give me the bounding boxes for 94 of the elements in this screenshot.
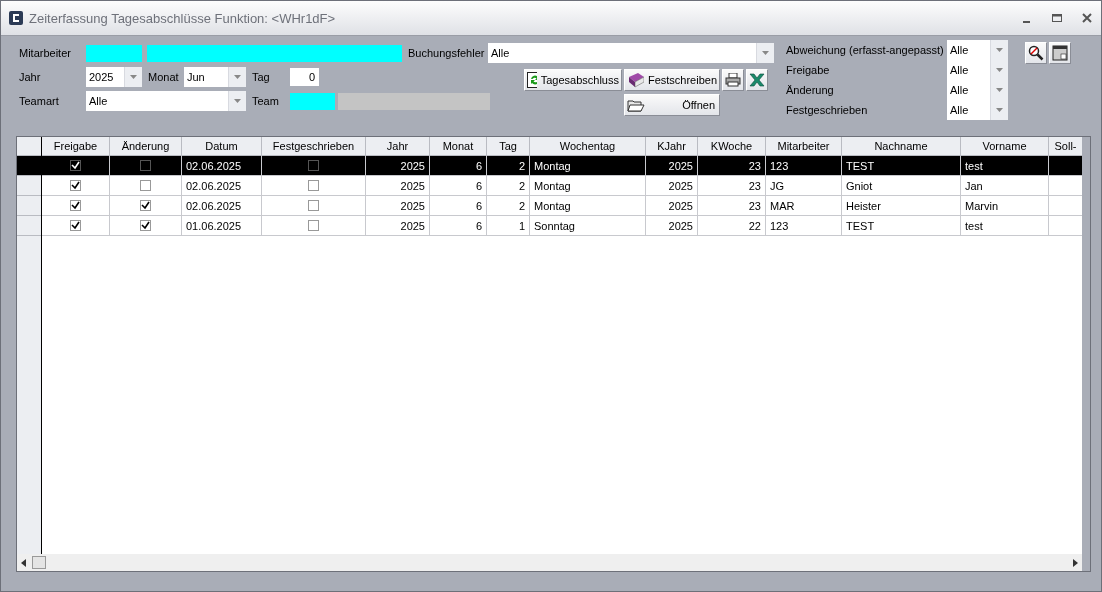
- caret-icon: [762, 51, 769, 55]
- caret-icon: [234, 75, 241, 79]
- print-button[interactable]: [722, 69, 744, 91]
- field-label: Änderung: [786, 84, 835, 96]
- table-row[interactable]: 01.06.2025 2025 6 1 Sonntag 2025 22 123 TEST test: [42, 216, 1082, 236]
- excel-button[interactable]: [746, 69, 768, 91]
- column-header[interactable]: KJahr: [646, 137, 698, 156]
- field-label: Buchungsfehler: [408, 47, 486, 59]
- search-button[interactable]: [1025, 42, 1047, 64]
- checkbox[interactable]: [70, 200, 81, 211]
- filter-dropdown[interactable]: Alle: [947, 60, 1008, 80]
- column-header[interactable]: Nachname: [842, 137, 961, 156]
- team-id-field[interactable]: [290, 92, 335, 110]
- employee-name-field[interactable]: [147, 44, 402, 62]
- table-cell: Sonntag: [530, 216, 646, 236]
- layout-button[interactable]: [1049, 42, 1071, 64]
- table-cell: 22: [698, 216, 766, 236]
- right-arrow-icon[interactable]: [1073, 558, 1078, 567]
- search-icon: [1028, 45, 1044, 61]
- toolbar-button[interactable]: Öffnen: [624, 94, 720, 116]
- caret-icon: [996, 68, 1003, 72]
- printer-icon: [725, 73, 741, 87]
- checkbox[interactable]: [70, 220, 81, 231]
- scrollbar-thumb[interactable]: [32, 556, 46, 569]
- field-label: Tag: [252, 71, 271, 83]
- employee-id-field[interactable]: [86, 44, 142, 62]
- checkbox[interactable]: [308, 160, 319, 171]
- checkbox[interactable]: [140, 180, 151, 191]
- checkbox[interactable]: [140, 200, 151, 211]
- caret-icon: [996, 48, 1003, 52]
- caret-icon: [996, 88, 1003, 92]
- booking-error-dropdown[interactable]: Alle: [488, 43, 774, 63]
- column-header[interactable]: Änderung: [110, 137, 182, 156]
- column-header[interactable]: Monat: [430, 137, 487, 156]
- book-icon: [627, 72, 644, 88]
- horizontal-scrollbar[interactable]: [17, 554, 1082, 571]
- excel-icon: [749, 73, 765, 87]
- checkbox[interactable]: [140, 220, 151, 231]
- field-label: Abweichung (erfasst-angepasst): [786, 44, 945, 56]
- field-label: Monat: [148, 71, 180, 83]
- checkbox[interactable]: [140, 160, 151, 171]
- field-label: Mitarbeiter: [19, 47, 72, 59]
- grid-icon: [1052, 45, 1068, 61]
- filter-dropdown[interactable]: Alle: [947, 40, 1008, 60]
- toolbar-button[interactable]: Tagesabschluss: [524, 69, 622, 91]
- table-cell: 01.06.2025: [182, 216, 262, 236]
- column-header[interactable]: Tag: [487, 137, 530, 156]
- column-header[interactable]: Freigabe: [42, 137, 110, 156]
- caret-icon: [234, 99, 241, 103]
- table-cell: 6: [430, 216, 487, 236]
- left-arrow-icon[interactable]: [21, 558, 26, 567]
- table-cell: 2025: [646, 216, 698, 236]
- column-header[interactable]: Soll-: [1049, 137, 1082, 156]
- field-label: Teamart: [19, 95, 60, 107]
- column-header[interactable]: Jahr: [366, 137, 430, 156]
- caret-icon: [996, 108, 1003, 112]
- field-label: Freigabe: [786, 64, 831, 76]
- table-cell: 1: [487, 216, 530, 236]
- caret-icon: [130, 75, 137, 79]
- table-cell: 2025: [366, 216, 430, 236]
- folder-icon: [627, 98, 645, 112]
- maximize-icon[interactable]: [1051, 12, 1063, 24]
- filter-dropdown[interactable]: Alle: [947, 80, 1008, 100]
- table-cell: test: [961, 216, 1049, 236]
- column-header[interactable]: Vorname: [961, 137, 1049, 156]
- column-header[interactable]: Wochentag: [530, 137, 646, 156]
- close-icon[interactable]: [1081, 12, 1093, 24]
- column-header[interactable]: Mitarbeiter: [766, 137, 842, 156]
- checkbox[interactable]: [70, 180, 81, 191]
- table-cell: TEST: [842, 216, 961, 236]
- table-cell: 123: [766, 216, 842, 236]
- table-row[interactable]: 02.06.2025 2025 6 2 Montag 2025 23 JG Gniot Jan: [42, 176, 1082, 196]
- team-type-dropdown[interactable]: Alle: [86, 91, 246, 111]
- field-label: Festgeschrieben: [786, 104, 869, 116]
- column-header[interactable]: Festgeschrieben: [262, 137, 366, 156]
- checkbox[interactable]: [308, 180, 319, 191]
- refresh-icon: [527, 72, 537, 88]
- checkbox[interactable]: [308, 200, 319, 211]
- checkbox[interactable]: [70, 160, 81, 171]
- app-icon: [9, 11, 23, 25]
- month-dropdown[interactable]: Jun: [184, 67, 246, 87]
- toolbar-button[interactable]: Festschreiben: [624, 69, 720, 91]
- day-field[interactable]: 0: [290, 68, 319, 86]
- checkbox[interactable]: [308, 220, 319, 231]
- row-header[interactable]: [17, 156, 41, 176]
- window-title: Zeiterfassung Tagesabschlüsse Funktion: <WHr1dF>: [29, 10, 337, 26]
- year-dropdown[interactable]: 2025: [86, 67, 142, 87]
- table-row[interactable]: 02.06.2025 2025 6 2 Montag 2025 23 123 TEST test: [42, 156, 1082, 176]
- column-header[interactable]: Datum: [182, 137, 262, 156]
- column-header[interactable]: KWoche: [698, 137, 766, 156]
- filter-dropdown[interactable]: Alle: [947, 100, 1008, 120]
- field-label: Jahr: [19, 71, 42, 83]
- field-label: Team: [252, 95, 280, 107]
- table-row[interactable]: 02.06.2025 2025 6 2 Montag 2025 23 MAR Heister Marvin: [42, 196, 1082, 216]
